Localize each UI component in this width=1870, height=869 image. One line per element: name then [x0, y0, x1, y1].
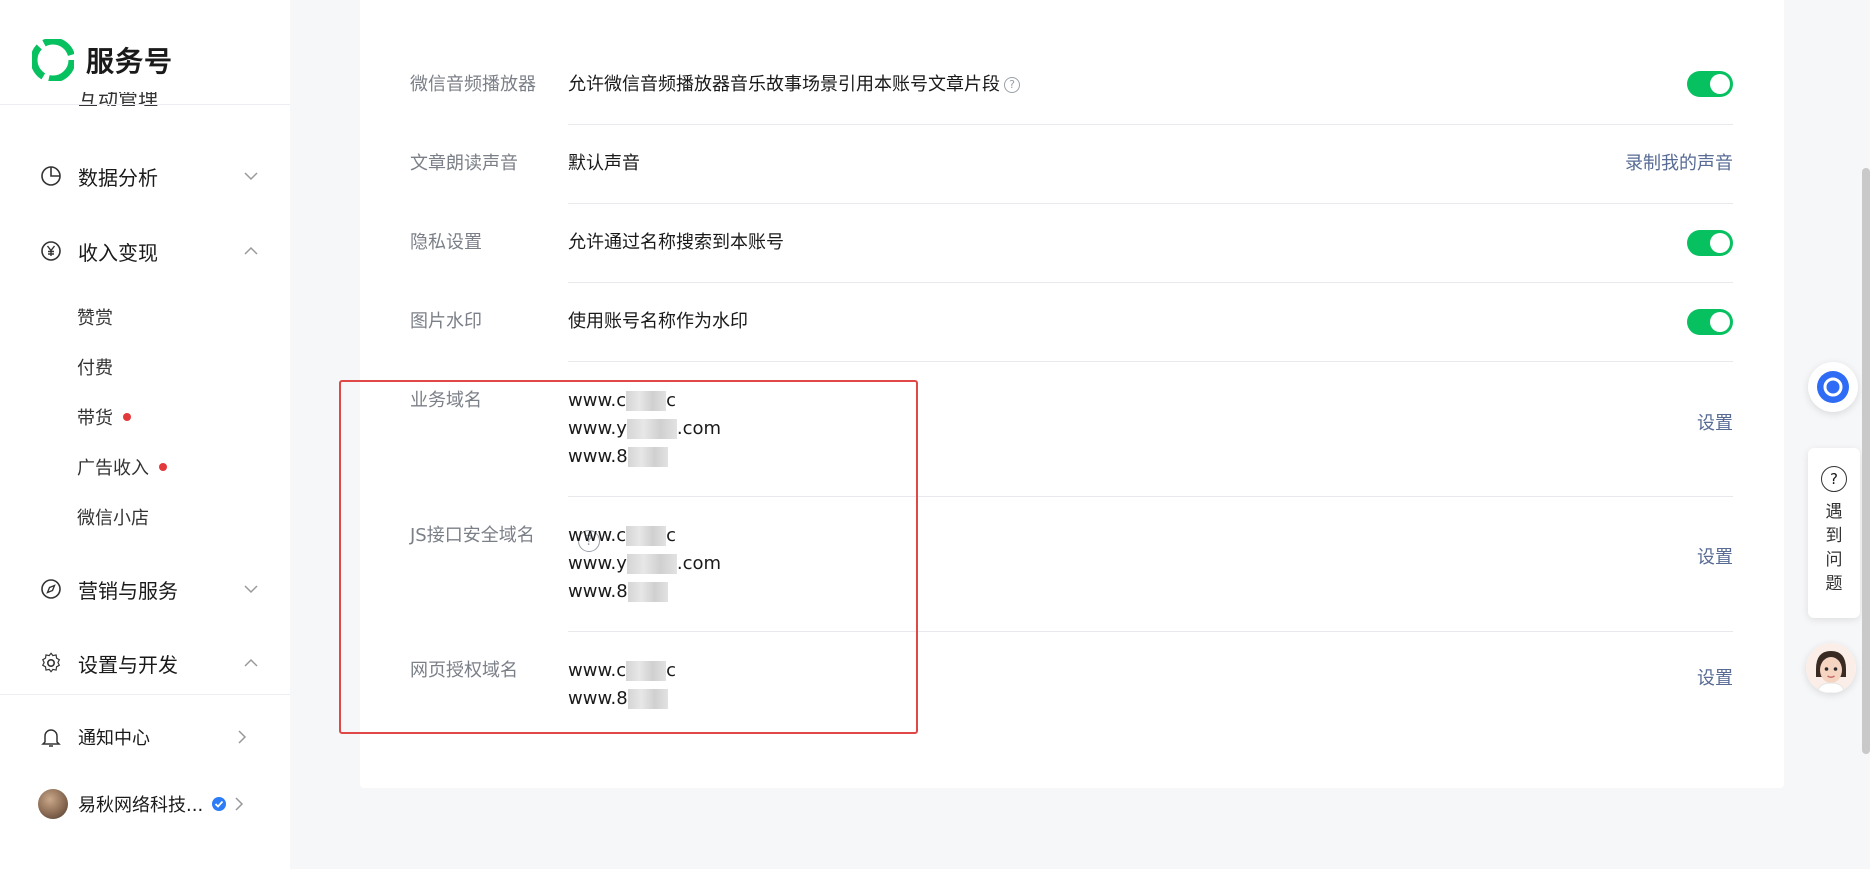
privacy-toggle[interactable] [1687, 230, 1733, 256]
chevron-down-icon [244, 585, 258, 594]
web-auth-domain-set-link[interactable]: 设置 [1697, 665, 1733, 693]
redacted-text [626, 661, 667, 681]
setting-label: 网页授权域名 [410, 660, 518, 681]
help-panel[interactable]: ? 遇 到 问 题 [1808, 448, 1860, 618]
yuan-icon [41, 241, 61, 261]
setting-label: 业务域名 [410, 390, 482, 411]
brand[interactable]: 服务号 [32, 36, 173, 84]
chevron-right-icon [238, 730, 247, 744]
row-divider [568, 631, 1733, 632]
sidebar-subitem-reward[interactable]: 赞赏 [77, 302, 113, 332]
chevron-up-icon [244, 658, 258, 667]
redacted-text [626, 419, 677, 439]
compass-icon [41, 579, 61, 599]
sidebar-item-monetization[interactable]: 收入变现 [40, 231, 260, 271]
chevron-right-icon [235, 797, 244, 811]
notification-dot [123, 413, 131, 421]
sidebar-item-notifications[interactable]: 通知中心 [40, 717, 250, 757]
agent-avatar-icon [1806, 643, 1856, 693]
chevron-down-icon [244, 172, 258, 181]
question-icon: ? [1821, 466, 1847, 492]
js-domain-set-link[interactable]: 设置 [1697, 544, 1733, 572]
row-divider [568, 124, 1733, 125]
sidebar-bottom-divider [0, 694, 290, 695]
settings-card: 微信音频播放器 允许微信音频播放器音乐故事场景引用本账号文章片段 ? 文章朗读声… [360, 0, 1784, 788]
avatar [38, 789, 68, 819]
domain-item: www.y .com [568, 418, 722, 439]
brand-name: 服务号 [86, 45, 174, 78]
domain-list: www.c c www.y .com www.8 [568, 522, 721, 606]
sidebar-subitem-ad-income[interactable]: 广告收入 [77, 452, 167, 482]
business-domain-set-link[interactable]: 设置 [1697, 410, 1733, 438]
domain-list: www.c c www.8 [568, 657, 676, 713]
gear-icon [41, 652, 61, 673]
help-icon[interactable]: ? [1004, 77, 1020, 93]
bell-icon [41, 729, 61, 747]
domain-list: www.c c www.y .com www.8 [568, 387, 721, 471]
pie-chart-icon [41, 166, 61, 186]
row-divider [568, 361, 1733, 362]
sidebar-subitem-paid[interactable]: 付费 [77, 352, 113, 382]
brand-logo-icon [32, 39, 74, 81]
redacted-text [627, 689, 668, 709]
chevron-up-icon [244, 246, 258, 255]
watermark-toggle[interactable] [1687, 309, 1733, 335]
domain-item: www.c c [568, 390, 677, 411]
redacted-text [626, 391, 667, 411]
domain-item: www.8 [568, 685, 676, 713]
setting-value: 使用账号名称作为水印 [568, 311, 748, 332]
setting-label: 隐私设置 [410, 232, 482, 253]
setting-label: 图片水印 [410, 311, 482, 332]
setting-value: 允许微信音频播放器音乐故事场景引用本账号文章片段 ? [568, 71, 1020, 99]
setting-label: 文章朗读声音 [410, 153, 518, 174]
sidebar-account[interactable]: 易秋网络科技... [38, 784, 253, 824]
domain-item: www.y .com [568, 553, 722, 574]
sidebar-item-settings-dev[interactable]: 设置与开发 [40, 643, 260, 683]
domain-item: www.c c [568, 525, 677, 546]
domain-item: www.8 [568, 578, 721, 606]
setting-label: JS接口安全域名 [410, 525, 535, 546]
assistant-icon [1817, 371, 1849, 403]
page-scrollbar[interactable] [1862, 168, 1870, 754]
verified-badge-icon [212, 797, 227, 811]
row-divider [568, 203, 1733, 204]
sidebar-item-marketing[interactable]: 营销与服务 [40, 569, 260, 609]
setting-value: 允许通过名称搜索到本账号 [568, 232, 784, 253]
customer-service-avatar[interactable] [1806, 643, 1856, 693]
domain-item: www.8 [568, 443, 721, 471]
redacted-text [627, 447, 668, 467]
assistant-button[interactable] [1808, 362, 1858, 412]
notification-dot [159, 463, 167, 471]
row-divider [568, 282, 1733, 283]
sidebar: 服务号 互动管理 数据分析 收入变现 赞赏 付费 带货 广告收入 微信小店 营销… [0, 0, 290, 869]
sidebar-item-data-analysis[interactable]: 数据分析 [40, 156, 260, 196]
setting-label: 微信音频播放器 [410, 74, 536, 95]
domain-item: www.c c [568, 660, 677, 681]
setting-value: 默认声音 [568, 153, 640, 174]
brand-divider [0, 104, 290, 105]
sidebar-subitem-wechat-shop[interactable]: 微信小店 [77, 502, 149, 532]
redacted-text [626, 526, 667, 546]
sidebar-subitem-sales[interactable]: 带货 [77, 402, 131, 432]
redacted-text [626, 554, 677, 574]
row-divider [568, 496, 1733, 497]
redacted-text [627, 582, 668, 602]
record-voice-link[interactable]: 录制我的声音 [1625, 150, 1733, 178]
audio-player-toggle[interactable] [1687, 71, 1733, 97]
